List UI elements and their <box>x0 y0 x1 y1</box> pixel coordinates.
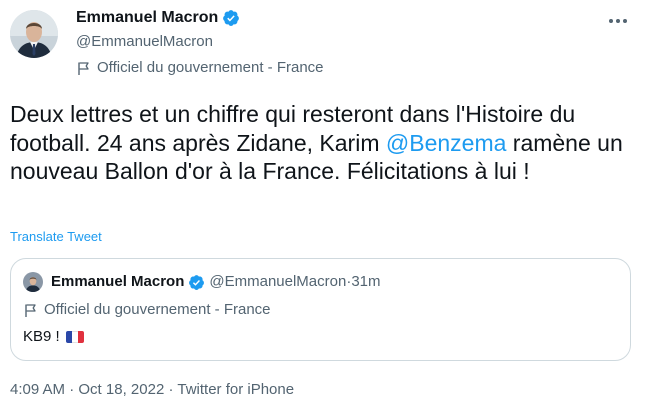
translate-tweet-link[interactable]: Translate Tweet <box>10 229 102 245</box>
quoted-time: 31m <box>351 273 381 290</box>
footer-separator-2: · <box>164 381 178 398</box>
quoted-government-label-text: Officiel du gouvernement - France <box>44 301 271 318</box>
tweet-timestamp: 4:09 AM · Oct 18, 2022 · Twitter for iPh… <box>10 380 294 400</box>
mention-link[interactable]: @Benzema <box>386 130 507 156</box>
author-handle[interactable]: @EmmanuelMacron <box>76 32 213 52</box>
quoted-text: KB9 ! <box>23 328 60 345</box>
flag-icon <box>23 303 38 318</box>
more-options-button[interactable] <box>603 8 633 32</box>
verified-badge-icon <box>188 274 205 291</box>
government-label: Officiel du gouvernement - France <box>76 58 324 78</box>
quoted-text-row: KB9 ! <box>23 327 84 347</box>
quoted-author-name: Emmanuel Macron <box>51 273 185 290</box>
tweet-date[interactable]: Oct 18, 2022 <box>78 381 164 398</box>
flag-icon <box>76 61 91 76</box>
quoted-tweet[interactable]: Emmanuel Macron @EmmanuelMacron · 31m Of… <box>10 258 631 361</box>
quoted-author-avatar <box>23 272 43 292</box>
government-label-text: Officiel du gouvernement - France <box>97 59 324 76</box>
tweet-source[interactable]: Twitter for iPhone <box>177 381 294 398</box>
author-name-row[interactable]: Emmanuel Macron <box>76 8 240 28</box>
footer-separator-1: · <box>65 381 79 398</box>
tweet-card: Emmanuel Macron @EmmanuelMacron Officiel… <box>0 0 647 401</box>
tweet-text: Deux lettres et un chiffre qui resteront… <box>10 100 630 186</box>
quoted-header: Emmanuel Macron @EmmanuelMacron · 31m <box>51 272 381 292</box>
author-name[interactable]: Emmanuel Macron <box>76 8 218 28</box>
more-dots-icon <box>608 11 628 29</box>
verified-badge-icon <box>222 9 240 27</box>
author-avatar[interactable] <box>10 10 58 58</box>
quoted-government-label: Officiel du gouvernement - France <box>23 300 271 320</box>
tweet-time[interactable]: 4:09 AM <box>10 381 65 398</box>
quoted-author-handle: @EmmanuelMacron <box>209 273 347 290</box>
france-flag-emoji-icon <box>65 331 84 343</box>
